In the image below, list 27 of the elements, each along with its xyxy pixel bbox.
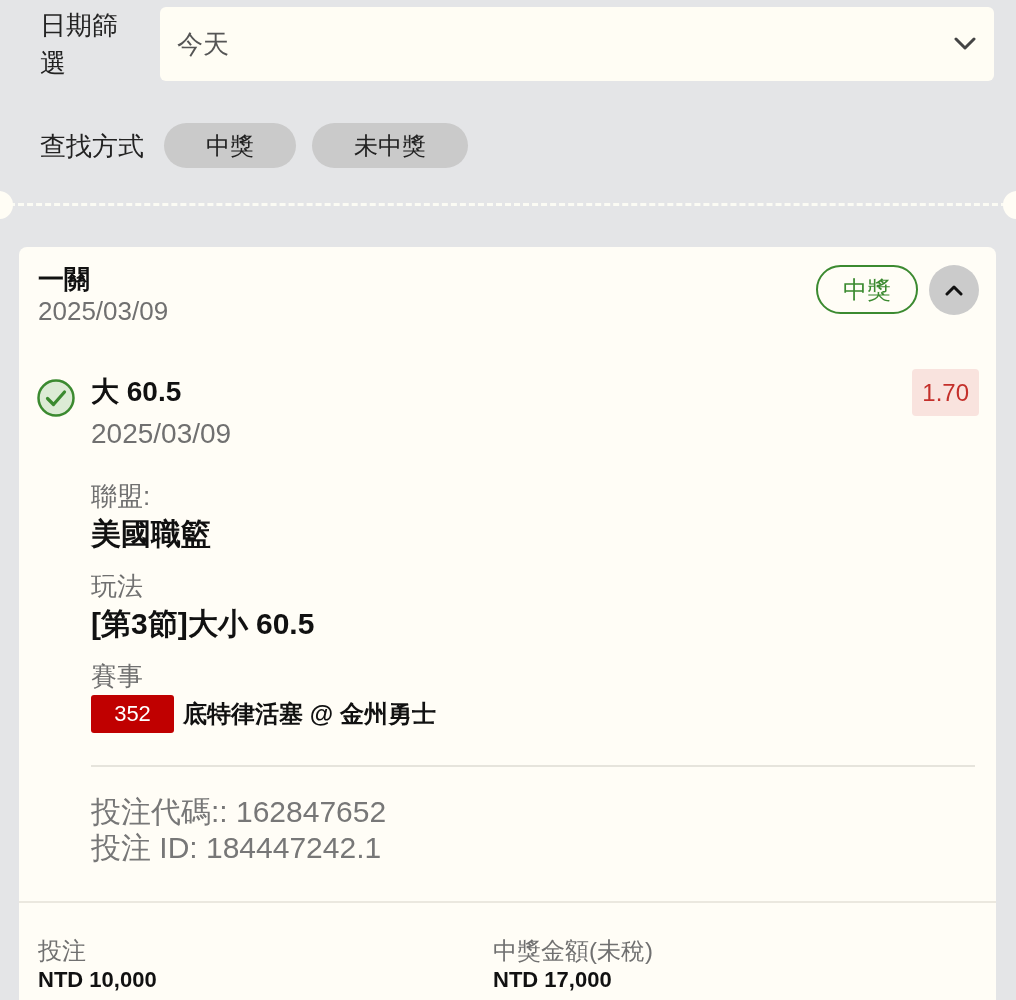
event-number-badge: 352: [91, 695, 174, 733]
summary-value: NTD 17,000: [493, 966, 613, 994]
odds-badge: 1.70: [912, 369, 979, 416]
filter-chip[interactable]: 未中獎: [312, 123, 468, 168]
detail-label: 聯盟:: [91, 480, 152, 513]
selection-pick: 大 60.5: [91, 375, 182, 409]
summary-value: NTD 10,000: [38, 966, 158, 994]
bet-type-title: 一關: [38, 263, 91, 295]
summary-label: 投注: [38, 936, 87, 966]
date-select[interactable]: 今天: [160, 7, 994, 81]
bet-code-text: 投注代碼:: 162847652: [91, 794, 388, 830]
bet-code-text: 投注 ID: 184447242.1: [91, 830, 383, 866]
summary-label: 中獎金額(未稅): [493, 936, 654, 966]
caret-up-icon: [945, 284, 963, 296]
status-badge: 中獎: [816, 265, 918, 314]
search-mode-label: 查找方式: [40, 129, 144, 163]
detail-label: 賽事: [91, 660, 144, 693]
collapse-button[interactable]: [929, 265, 979, 315]
date-filter-label: 日期篩選: [40, 9, 119, 80]
detail-label: 玩法: [91, 570, 144, 603]
chevron-down-icon: [954, 37, 976, 51]
detail-value: [第3節]大小 60.5: [91, 606, 316, 642]
filter-chip[interactable]: 中獎: [164, 123, 296, 168]
detail-value: 美國職籃: [91, 516, 212, 552]
selection-date: 2025/03/09: [91, 417, 233, 451]
event-matchup: 底特律活塞 @ 金州勇士: [183, 699, 436, 729]
bet-date: 2025/03/09: [38, 295, 169, 327]
